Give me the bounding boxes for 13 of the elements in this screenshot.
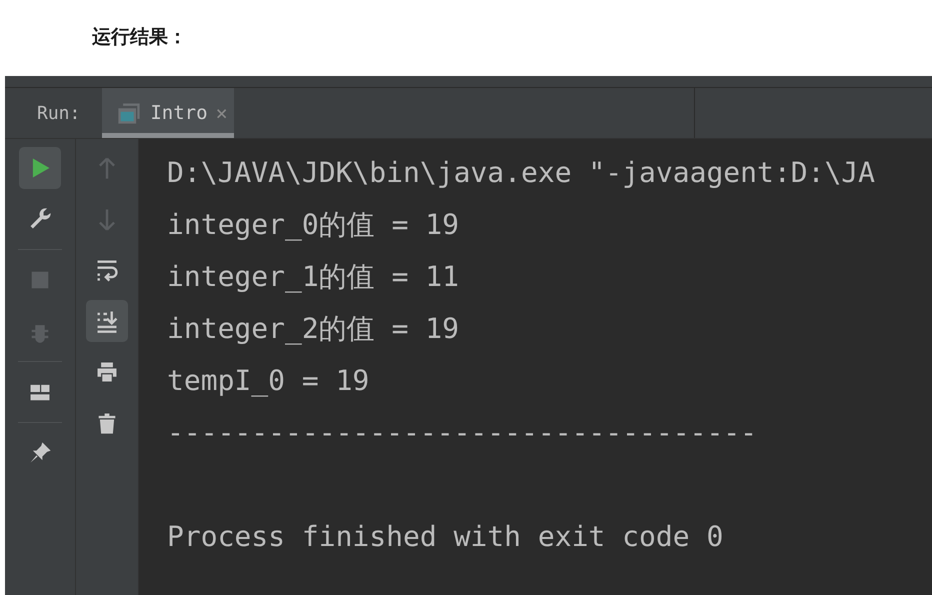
console-line: ----------------------------------- (167, 415, 758, 451)
scroll-end-tool[interactable] (86, 300, 128, 342)
console-line: D:\JAVA\JDK\bin\java.exe "-javaagent:D:\JA (167, 155, 876, 191)
console-line: integer_2的值 = 19 (167, 311, 460, 347)
tab-label: Intro (150, 102, 208, 124)
console-line: integer_0的值 = 19 (167, 207, 460, 243)
heading: 运行结果： (92, 26, 187, 48)
run-tool[interactable] (19, 147, 61, 189)
run-tab[interactable]: Intro × (102, 88, 234, 138)
run-label: Run: (36, 102, 82, 124)
console-line: tempI_0 = 19 (167, 363, 370, 399)
exit-message: Process finished with exit code 0 (167, 519, 724, 555)
console-line: integer_1的值 = 11 (167, 259, 460, 295)
